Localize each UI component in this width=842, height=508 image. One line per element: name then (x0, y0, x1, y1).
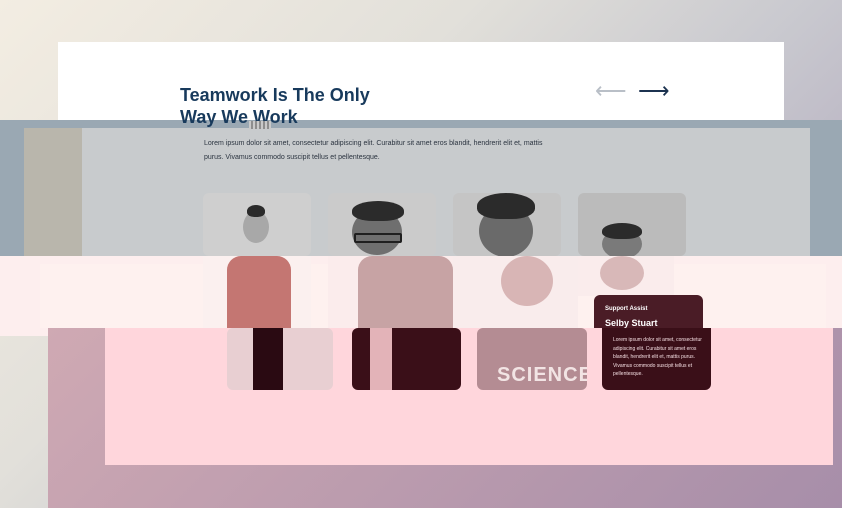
person-hair (352, 201, 404, 221)
team-card-1-photo-bottom[interactable] (227, 328, 333, 390)
person-torso (227, 256, 291, 328)
person-shirt (370, 328, 392, 390)
render-artifact (249, 121, 271, 129)
member-name: Selby Stuart (605, 318, 658, 328)
team-card-2-photo-mid[interactable] (328, 256, 453, 328)
team-card-3-photo-bottom[interactable]: SCIENCE (477, 328, 587, 390)
intro-line-2: purus. Vivamus commodo suscipit tellus e… (204, 154, 380, 161)
person-torso (358, 256, 453, 328)
team-card-4-overlay[interactable]: Support Assist Selby Stuart (594, 295, 703, 328)
person-head (501, 256, 553, 306)
member-role: Support Assist (605, 306, 648, 312)
team-card-3-photo[interactable] (453, 193, 561, 256)
heading-line-2: Way We Work (180, 107, 298, 127)
team-card-3-photo-mid[interactable] (453, 256, 578, 328)
heading-line-1: Teamwork Is The Only (180, 85, 370, 105)
person-head (600, 256, 644, 290)
section-heading: Teamwork Is The Only Way We Work (180, 84, 440, 128)
arrow-left-icon[interactable]: ⟵ (595, 80, 627, 102)
member-bio: Lorem ipsum dolor sit amet, consectetur … (613, 337, 702, 377)
team-card-4-photo[interactable] (578, 193, 686, 256)
team-card-2-photo-bottom[interactable] (352, 328, 461, 390)
person-legs (253, 328, 283, 390)
team-card-1-photo-mid[interactable] (203, 256, 311, 328)
section-card-grey-edge (24, 128, 82, 256)
person-hair (247, 205, 265, 217)
person-hair (477, 193, 535, 219)
team-card-4-photo-mid[interactable] (578, 256, 674, 296)
person-glasses (354, 233, 402, 243)
intro-line-1: Lorem ipsum dolor sit amet, consectetur … (204, 140, 543, 147)
team-card-2-photo[interactable] (328, 193, 436, 256)
arrow-right-icon[interactable]: ⟶ (638, 80, 670, 102)
team-card-4-bio-panel[interactable]: Lorem ipsum dolor sit amet, consectetur … (602, 328, 711, 390)
section-card-pink (105, 328, 833, 465)
shirt-print: SCIENCE (497, 364, 587, 386)
section-intro: Lorem ipsum dolor sit amet, consectetur … (204, 137, 554, 165)
team-card-1-photo[interactable] (203, 193, 311, 256)
person-hair (602, 223, 642, 239)
